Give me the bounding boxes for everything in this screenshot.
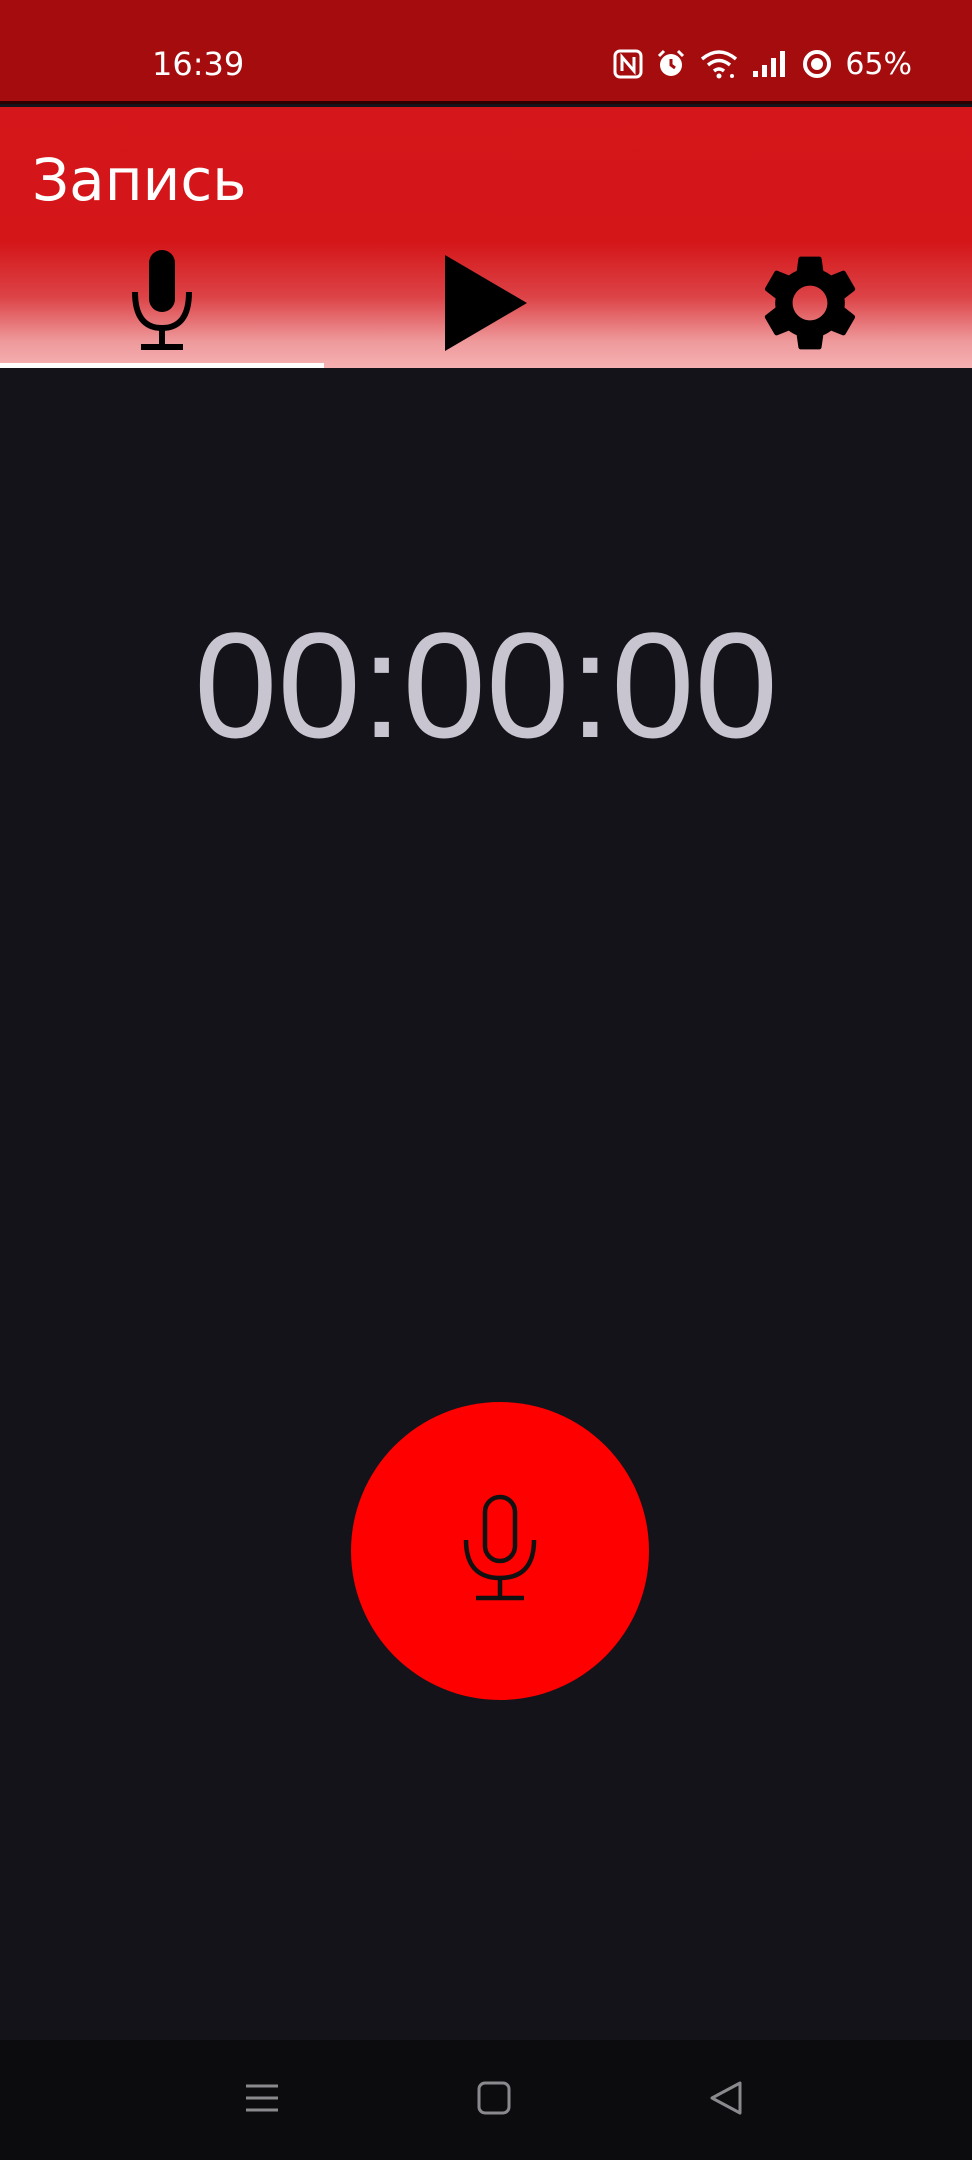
battery-level: 65%	[845, 46, 912, 82]
menu-icon	[242, 2078, 282, 2122]
tab-settings[interactable]	[648, 242, 972, 368]
signal-icon	[751, 49, 789, 79]
settings-gear-icon	[752, 245, 868, 365]
tab-record[interactable]	[0, 242, 324, 368]
home-icon	[474, 2078, 514, 2122]
app-bar: Запись	[0, 107, 972, 368]
microphone-icon	[460, 1494, 540, 1608]
play-icon	[443, 253, 529, 357]
system-nav-bar	[0, 2040, 972, 2160]
home-button[interactable]	[464, 2070, 524, 2130]
back-icon	[706, 2078, 746, 2122]
page-title: Запись	[32, 146, 247, 214]
recents-button[interactable]	[232, 2070, 292, 2130]
tab-playback[interactable]	[324, 242, 648, 368]
alarm-icon	[655, 48, 687, 80]
record-button[interactable]	[351, 1402, 649, 1700]
selected-tab-indicator	[0, 363, 324, 368]
nfc-icon	[613, 49, 643, 79]
wifi-icon	[699, 48, 739, 80]
recording-timer: 00:00:00	[194, 601, 778, 769]
microphone-icon	[127, 248, 197, 362]
status-time: 16:39	[152, 45, 245, 83]
status-icons: 65%	[613, 44, 912, 84]
tab-bar	[0, 242, 972, 368]
back-button[interactable]	[696, 2070, 756, 2130]
status-bar: 16:39 65%	[0, 0, 972, 104]
battery-icon	[801, 48, 833, 80]
